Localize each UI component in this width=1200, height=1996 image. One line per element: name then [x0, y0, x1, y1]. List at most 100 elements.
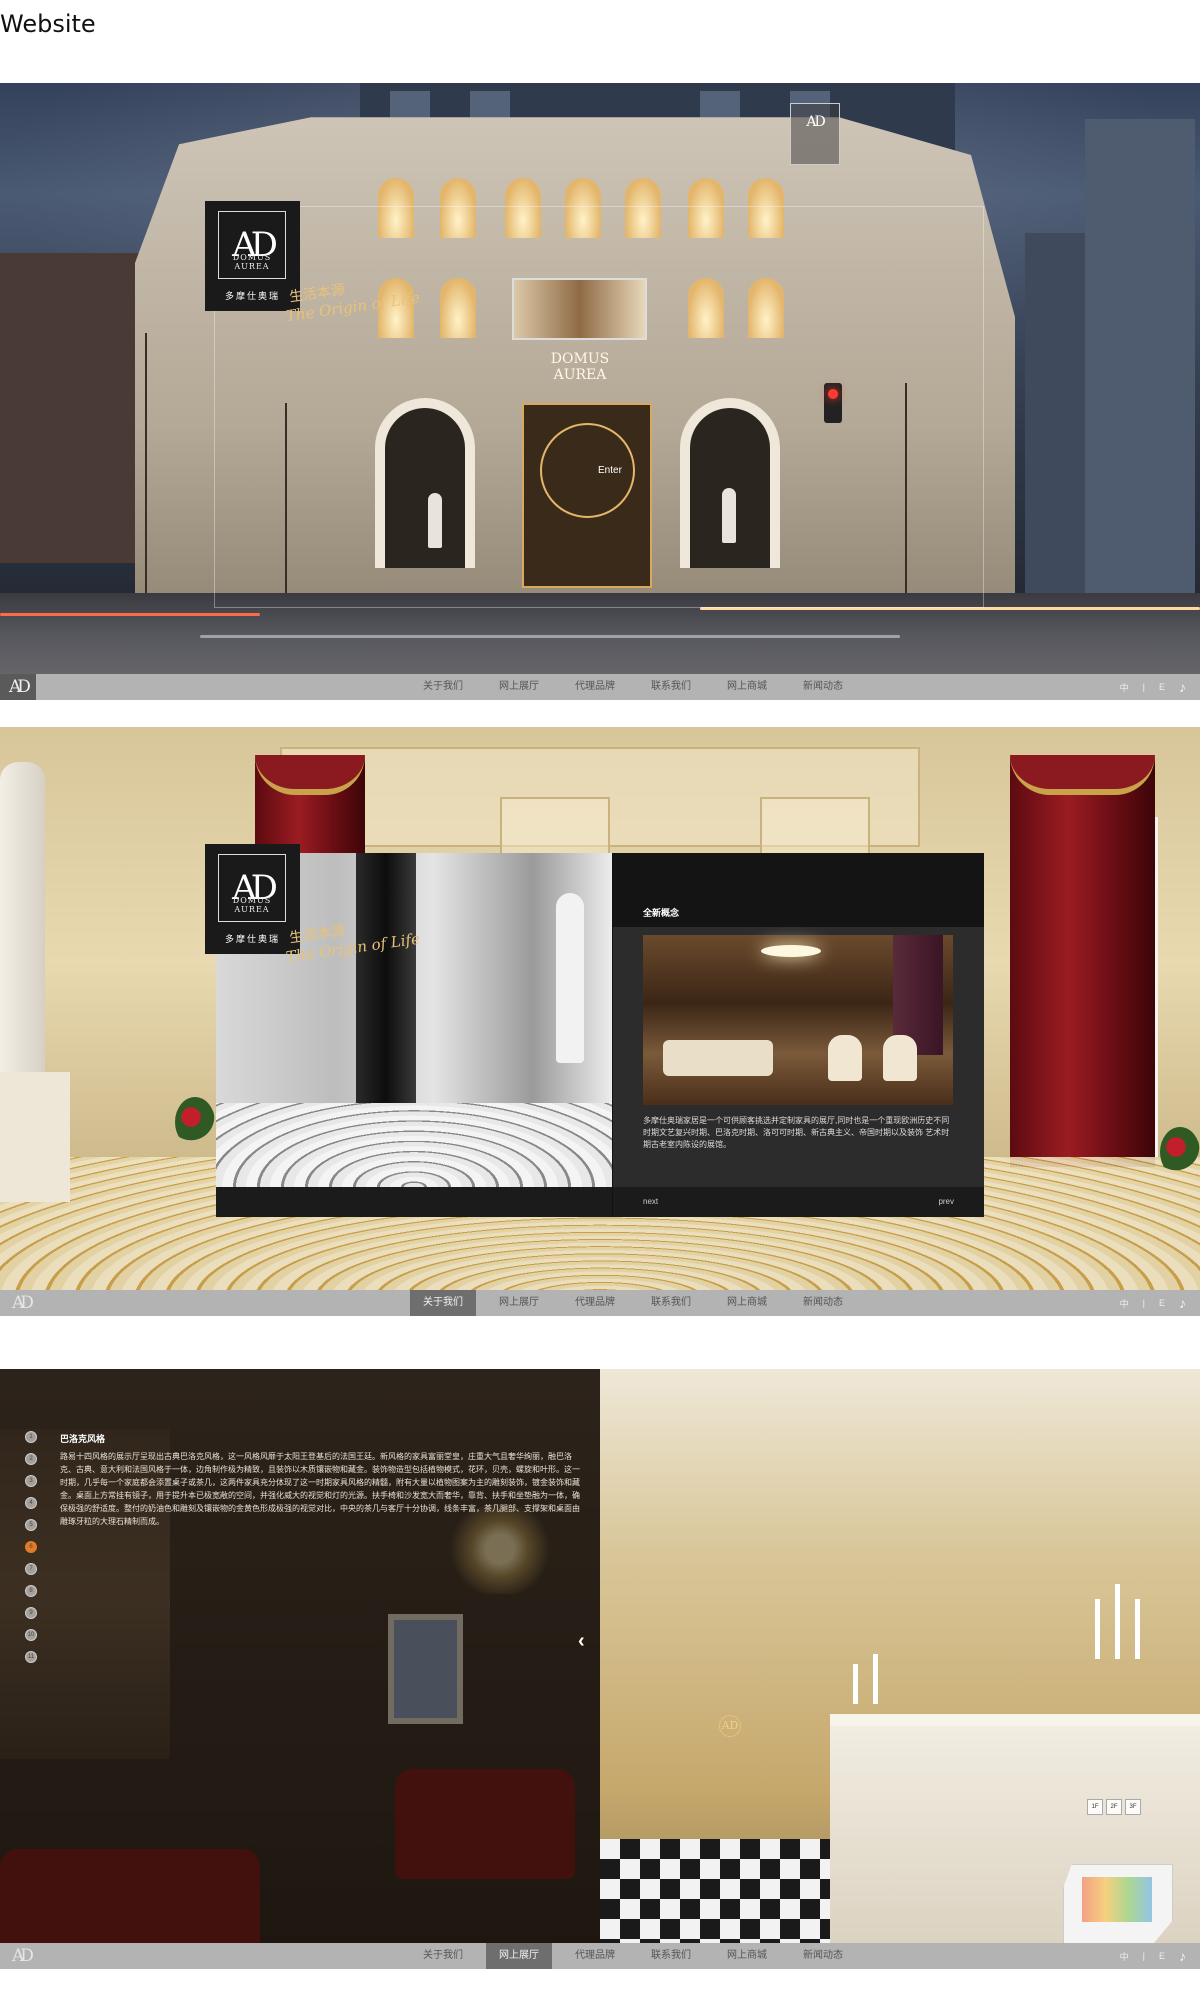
nav-news[interactable]: 新闻动态 [790, 1290, 856, 1316]
statue [0, 762, 45, 1082]
arched-window [440, 178, 476, 238]
enter-link[interactable]: Enter [598, 465, 622, 476]
candelabra [845, 1614, 905, 1704]
poinsettia [175, 1097, 215, 1147]
brand-name-line1: DOMUS [232, 253, 272, 262]
collapse-arrow-icon[interactable]: ‹ [578, 1630, 585, 1653]
ad-hotspot-icon[interactable]: AD [719, 1715, 741, 1737]
page-dot[interactable]: 11 [25, 1651, 37, 1663]
showroom-interior-section: 巴洛克风格 路易十四风格的展示厅呈现出古典巴洛克风格，这一风格风靡于太阳王登基后… [0, 1369, 1200, 1969]
nav-about[interactable]: 关于我们 [410, 1290, 476, 1316]
traffic-light [824, 383, 842, 423]
bottom-nav-bar: AD 关于我们 网上展厅 代理品牌 联系我们 网上商城 新闻动态 中 | E ♪ [0, 1290, 1200, 1316]
room-pagination: 1 2 3 4 5 6 7 8 9 10 11 [25, 1431, 39, 1673]
lang-english[interactable]: E [1159, 1298, 1165, 1308]
lang-divider: | [1142, 682, 1145, 692]
main-nav: 关于我们 网上展厅 代理品牌 联系我们 网上商城 新闻动态 [410, 1943, 866, 1969]
photo-curtain [356, 853, 416, 1133]
candelabra [1090, 1569, 1150, 1659]
brand-wordmark: DOMUS AUREA [218, 253, 286, 271]
page-dot-active[interactable]: 6 [25, 1541, 37, 1553]
prev-link[interactable]: prev [938, 1197, 954, 1206]
ceiling-lamp [761, 945, 821, 957]
lang-english[interactable]: E [1159, 682, 1165, 692]
page-label: Website [0, 10, 96, 38]
nav-online-showroom[interactable]: 网上展厅 [486, 1943, 552, 1969]
floor-button-1f[interactable]: 1F [1087, 1799, 1103, 1815]
nav-contact[interactable]: 联系我们 [638, 1943, 704, 1969]
panel-text: 多摩仕奥瑞家居是一个可供顾客挑选并定制家具的展厅,同时也是一个重现欧洲历史不同时… [643, 1116, 950, 1149]
brand-wordmark: DOMUS AUREA [218, 896, 286, 914]
page-dot[interactable]: 2 [25, 1453, 37, 1465]
bar-right-controls: 中 | E ♪ [1120, 1943, 1186, 1969]
facade-video-screen [512, 278, 647, 340]
lightbox-nav: next prev [613, 1187, 984, 1217]
lang-chinese[interactable]: 中 [1120, 1297, 1129, 1310]
floor-button-3f[interactable]: 3F [1125, 1799, 1141, 1815]
page-dot[interactable]: 3 [25, 1475, 37, 1487]
nav-news[interactable]: 新闻动态 [790, 1943, 856, 1969]
rooftop-logo: AD [790, 103, 840, 165]
floor-button-2f[interactable]: 2F [1106, 1799, 1122, 1815]
nav-about[interactable]: 关于我们 [410, 1943, 476, 1969]
panel-title: 全新概念 [643, 908, 680, 918]
statue-right [722, 488, 736, 543]
music-note-icon[interactable]: ♪ [1179, 1295, 1186, 1311]
nav-contact[interactable]: 联系我们 [638, 1290, 704, 1316]
lang-chinese[interactable]: 中 [1120, 1950, 1129, 1963]
lightbox-footer-left [216, 1187, 612, 1217]
brand-name-line1: DOMUS [232, 896, 272, 905]
style-description: 路易十四风格的展示厅呈现出古典巴洛克风格，这一风格风靡于太阳王登基后的法国王廷。… [60, 1452, 580, 1526]
ad-logo-icon[interactable]: AD [0, 674, 36, 700]
ad-logo-icon[interactable]: AD [6, 1293, 36, 1313]
nav-news[interactable]: 新闻动态 [790, 674, 856, 700]
nav-shop[interactable]: 网上商城 [714, 1290, 780, 1316]
arched-window [688, 178, 724, 238]
arched-entrance-left [375, 398, 475, 568]
arched-window [440, 278, 476, 338]
lang-english[interactable]: E [1159, 1951, 1165, 1961]
page-dot[interactable]: 1 [25, 1431, 37, 1443]
armchair [883, 1035, 917, 1081]
nav-online-showroom[interactable]: 网上展厅 [486, 1290, 552, 1316]
floor-map-widget: 1F 2F 3F [1063, 1799, 1175, 1959]
lang-chinese[interactable]: 中 [1120, 681, 1129, 694]
music-note-icon[interactable]: ♪ [1179, 679, 1186, 695]
sofa [663, 1040, 773, 1076]
page-dot[interactable]: 9 [25, 1607, 37, 1619]
armchair [828, 1035, 862, 1081]
ad-logo-icon[interactable]: AD [6, 1946, 36, 1966]
nav-about[interactable]: 关于我们 [410, 674, 476, 700]
brand-name-line2: AUREA [234, 262, 270, 271]
photo-floor [216, 1103, 612, 1187]
panel-photo-livingroom [643, 935, 953, 1105]
page-dot[interactable]: 8 [25, 1585, 37, 1597]
arched-window [688, 278, 724, 338]
main-nav: 关于我们 网上展厅 代理品牌 联系我们 网上商城 新闻动态 [410, 1290, 866, 1316]
page-dot[interactable]: 5 [25, 1519, 37, 1531]
statue-left [428, 493, 442, 548]
page-dot[interactable]: 4 [25, 1497, 37, 1509]
neighbor-building-left [0, 253, 150, 563]
nav-brands[interactable]: 代理品牌 [562, 674, 628, 700]
arched-window [625, 178, 661, 238]
tree [285, 403, 287, 613]
nav-online-showroom[interactable]: 网上展厅 [486, 674, 552, 700]
next-link[interactable]: next [643, 1197, 658, 1206]
page-dot[interactable]: 7 [25, 1563, 37, 1575]
neighbor-tower [1085, 119, 1195, 599]
nav-shop[interactable]: 网上商城 [714, 1943, 780, 1969]
lightbox-panel: 全新概念 多摩仕奥瑞家居是一个可供顾客挑选并定制家具的展厅,同时也是一个重现欧洲… [613, 853, 984, 1217]
poinsettia [1160, 1127, 1200, 1177]
light-streak [200, 635, 900, 638]
arched-window [505, 178, 541, 238]
floor-plan-map[interactable] [1063, 1864, 1173, 1944]
arched-window [748, 178, 784, 238]
nav-shop[interactable]: 网上商城 [714, 674, 780, 700]
nav-contact[interactable]: 联系我们 [638, 674, 704, 700]
nav-brands[interactable]: 代理品牌 [562, 1943, 628, 1969]
nav-brands[interactable]: 代理品牌 [562, 1290, 628, 1316]
pedestal [0, 1072, 70, 1202]
music-note-icon[interactable]: ♪ [1179, 1948, 1186, 1964]
page-dot[interactable]: 10 [25, 1629, 37, 1641]
